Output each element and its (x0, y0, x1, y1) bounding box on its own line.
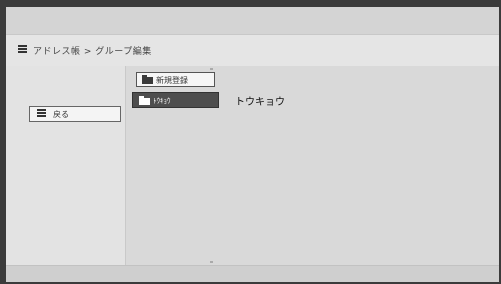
group-item-tokyo[interactable]: ﾄｳｷｮｳ (132, 92, 219, 108)
footer (6, 265, 499, 282)
header: アドレス帳 > グループ編集 (6, 34, 499, 67)
main-panel: 新規登録 ﾄｳｷｮｳ トウキョウ (126, 66, 499, 265)
new-registration-label: 新規登録 (156, 76, 188, 85)
document-list-icon (18, 45, 27, 55)
group-item-label: ﾄｳｷｮｳ (153, 97, 171, 105)
back-button[interactable]: 戻る (29, 106, 121, 122)
scroll-up-indicator (210, 68, 213, 70)
folder-icon (142, 75, 153, 84)
folder-icon (139, 96, 150, 105)
screen: アドレス帳 > グループ編集 戻る 新規登録 ﾄｳｷｮｳ トウキョウ (6, 7, 499, 282)
selected-group-name: トウキョウ (235, 97, 285, 108)
top-bar (6, 7, 499, 34)
new-registration-button[interactable]: 新規登録 (136, 72, 215, 87)
document-list-icon (37, 109, 46, 119)
back-button-label: 戻る (53, 110, 69, 119)
breadcrumb: アドレス帳 > グループ編集 (33, 47, 152, 57)
scroll-down-indicator (210, 261, 213, 263)
sidebar: 戻る (6, 66, 126, 265)
